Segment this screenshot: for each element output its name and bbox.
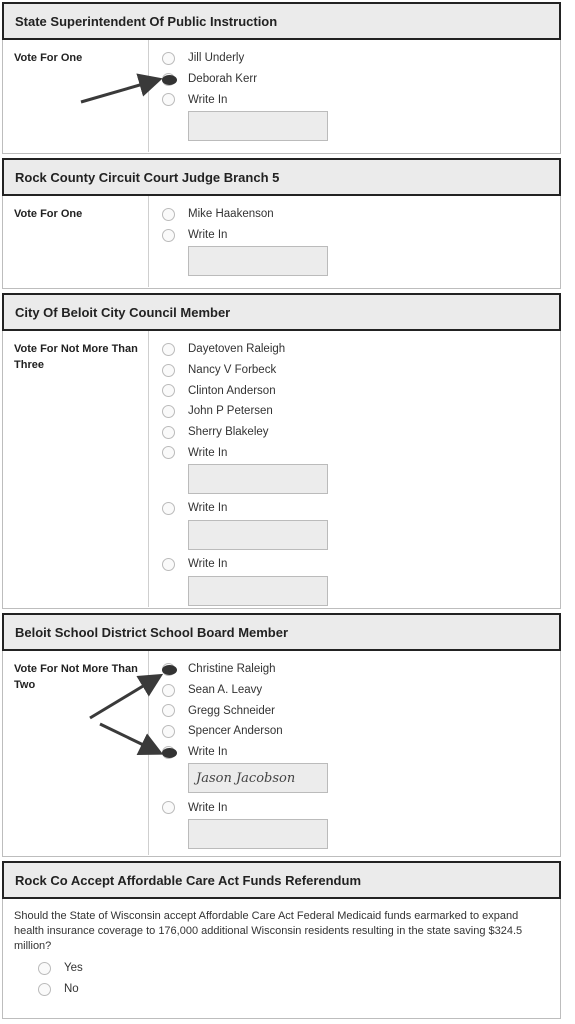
write-in-input[interactable] (188, 519, 328, 550)
options-list: Yes No (3, 958, 560, 1007)
option-label: Gregg Schneider (188, 704, 275, 717)
option-dayetoven-raleigh[interactable]: Dayetoven Raleigh (162, 339, 560, 360)
option-label: Sherry Blakeley (188, 426, 269, 439)
option-write-in[interactable]: Write In (162, 498, 560, 519)
option-sherry-blakeley[interactable]: Sherry Blakeley (162, 422, 560, 443)
race-title: Rock County Circuit Court Judge Branch 5 (2, 158, 561, 196)
option-write-in[interactable]: Write In (162, 225, 560, 246)
race-title: Beloit School District School Board Memb… (2, 613, 561, 651)
radio-button[interactable] (162, 724, 175, 738)
race-circuit-court-judge: Rock County Circuit Court Judge Branch 5… (2, 158, 561, 289)
option-yes[interactable]: Yes (38, 958, 560, 979)
radio-button[interactable] (162, 425, 175, 439)
write-in-input[interactable] (188, 464, 328, 495)
race-city-council: City Of Beloit City Council Member Vote … (2, 293, 561, 609)
option-jill-underly[interactable]: Jill Underly (162, 48, 560, 69)
race-school-board: Beloit School District School Board Memb… (2, 613, 561, 857)
options-list: Christine Raleigh Sean A. Leavy Gregg Sc… (148, 651, 560, 855)
option-no[interactable]: No (38, 979, 560, 1000)
radio-button[interactable] (162, 384, 175, 398)
vote-instruction: Vote For One (14, 208, 83, 220)
option-label: John P Petersen (188, 405, 273, 418)
option-label: Dayetoven Raleigh (188, 343, 286, 356)
referendum: Rock Co Accept Affordable Care Act Funds… (2, 861, 561, 1019)
radio-button-selected[interactable] (162, 662, 177, 676)
option-label: Write In (188, 229, 228, 242)
option-label: Write In (188, 558, 228, 571)
radio-button[interactable] (162, 801, 175, 815)
vote-instruction: Vote For One (14, 52, 83, 64)
options-list: Mike Haakenson Write In (148, 196, 560, 287)
radio-button[interactable] (162, 93, 175, 107)
option-label: Write In (188, 446, 228, 459)
radio-button[interactable] (162, 404, 175, 418)
option-label: Mike Haakenson (188, 208, 274, 221)
race-title: State Superintendent Of Public Instructi… (2, 2, 561, 40)
option-label: Write In (188, 502, 228, 515)
write-in-input[interactable] (188, 111, 328, 142)
option-sean-leavy[interactable]: Sean A. Leavy (162, 680, 560, 701)
option-write-in[interactable]: Write In (162, 442, 560, 463)
option-label: Deborah Kerr (188, 73, 258, 86)
option-label: No (64, 983, 79, 996)
option-write-in[interactable]: Write In (162, 797, 560, 818)
radio-button[interactable] (162, 704, 175, 718)
option-label: Clinton Anderson (188, 384, 276, 397)
radio-button[interactable] (162, 501, 175, 515)
option-label: Write In (188, 801, 228, 814)
option-write-in[interactable]: Write In (162, 554, 560, 575)
radio-button[interactable] (162, 51, 175, 65)
radio-button[interactable] (162, 446, 175, 460)
option-spencer-anderson[interactable]: Spencer Anderson (162, 721, 560, 742)
option-clinton-anderson[interactable]: Clinton Anderson (162, 380, 560, 401)
options-list: Jill Underly Deborah Kerr Write In (148, 40, 560, 152)
write-in-input[interactable]: Jason Jacobson (188, 763, 328, 794)
race-title: City Of Beloit City Council Member (2, 293, 561, 331)
option-label: Spencer Anderson (188, 725, 283, 738)
radio-button[interactable] (38, 961, 51, 975)
option-label: Jill Underly (188, 52, 245, 65)
write-in-input[interactable] (188, 819, 328, 850)
write-in-input[interactable] (188, 575, 328, 606)
radio-button-selected[interactable] (162, 745, 177, 759)
vote-instruction: Vote For Not More Than Two (14, 663, 138, 691)
option-nancy-forbeck[interactable]: Nancy V Forbeck (162, 360, 560, 381)
option-write-in[interactable]: Write In (162, 89, 560, 110)
radio-button[interactable] (162, 342, 175, 356)
option-christine-raleigh[interactable]: Christine Raleigh (162, 659, 560, 680)
option-mike-haakenson[interactable]: Mike Haakenson (162, 204, 560, 225)
option-label: Write In (188, 93, 228, 106)
referendum-question: Should the State of Wisconsin accept Aff… (14, 910, 523, 952)
radio-button-selected[interactable] (162, 72, 177, 86)
option-gregg-schneider[interactable]: Gregg Schneider (162, 700, 560, 721)
option-label: Sean A. Leavy (188, 684, 263, 697)
radio-button[interactable] (162, 683, 175, 697)
option-write-in[interactable]: Write In (162, 742, 560, 763)
vote-instruction: Vote For Not More Than Three (14, 343, 138, 371)
referendum-title: Rock Co Accept Affordable Care Act Funds… (2, 861, 561, 899)
write-in-input[interactable] (188, 246, 328, 277)
radio-button[interactable] (162, 557, 175, 571)
radio-button[interactable] (162, 363, 175, 377)
option-deborah-kerr[interactable]: Deborah Kerr (162, 69, 560, 90)
radio-button[interactable] (38, 982, 51, 996)
option-label: Nancy V Forbeck (188, 364, 277, 377)
radio-button[interactable] (162, 228, 175, 242)
option-label: Yes (64, 962, 83, 975)
radio-button[interactable] (162, 207, 175, 221)
option-john-petersen[interactable]: John P Petersen (162, 401, 560, 422)
option-label: Christine Raleigh (188, 663, 276, 676)
option-label: Write In (188, 746, 228, 759)
options-list: Dayetoven Raleigh Nancy V Forbeck Clinto… (148, 331, 560, 607)
race-state-superintendent: State Superintendent Of Public Instructi… (2, 2, 561, 154)
